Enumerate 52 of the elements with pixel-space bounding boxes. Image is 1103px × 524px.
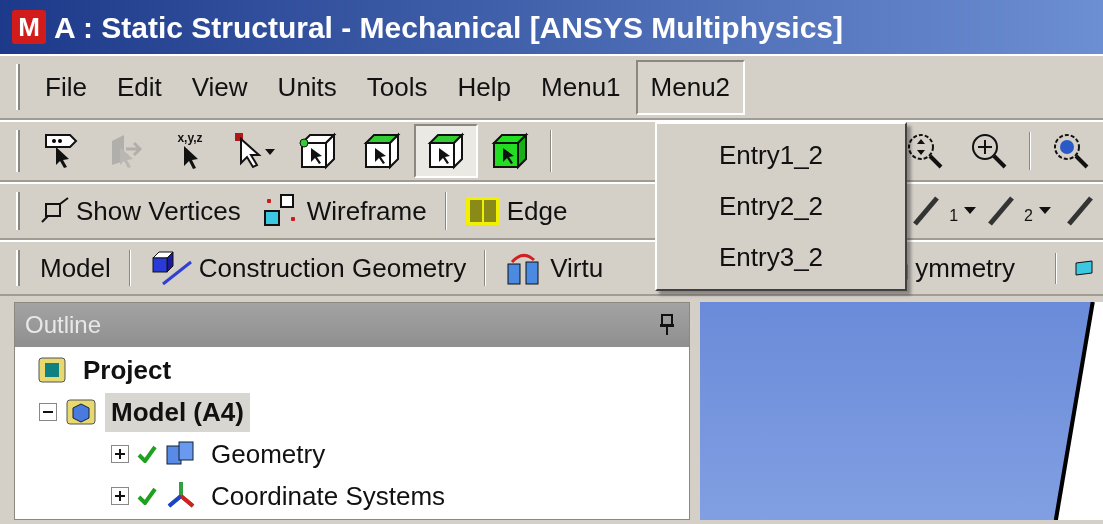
menu-entry[interactable]: Entry3_2 bbox=[657, 232, 905, 283]
cube-icon bbox=[362, 131, 402, 171]
icon-caption: 1 bbox=[949, 206, 959, 226]
icon-caption: x,y,z bbox=[177, 132, 203, 144]
toolbar-button[interactable] bbox=[414, 124, 478, 178]
icon-caption: 2 bbox=[1024, 206, 1033, 226]
toolbar-button[interactable]: Edge bbox=[454, 187, 578, 235]
panel-title: Outline bbox=[25, 310, 102, 340]
folder-cube-icon bbox=[65, 396, 97, 428]
cube-icon bbox=[426, 131, 466, 171]
zoom-icon bbox=[905, 131, 945, 171]
tree-item[interactable]: Geometry bbox=[205, 434, 332, 474]
caret-icon bbox=[964, 207, 977, 215]
cube-icon bbox=[298, 131, 338, 171]
grip-handle[interactable] bbox=[16, 64, 20, 110]
menu-entry[interactable]: Entry1_2 bbox=[657, 130, 905, 181]
magnifier-icon bbox=[1051, 131, 1091, 171]
menu-item[interactable]: Menu1 bbox=[526, 59, 636, 115]
menu-entry[interactable]: Entry2_2 bbox=[657, 181, 905, 232]
toolbar-button[interactable]: Model bbox=[30, 244, 121, 292]
menu-item[interactable]: Menu2 bbox=[635, 59, 746, 115]
collapse-toggle[interactable] bbox=[39, 403, 57, 421]
toolbar-button[interactable]: 1 bbox=[907, 190, 983, 232]
zoom-in-icon bbox=[969, 131, 1009, 171]
tree-item[interactable]: Project bbox=[77, 350, 178, 390]
window-title: A : Static Structural - Mechanical [ANSYS Multiphysics] bbox=[54, 9, 844, 46]
toolbar-button[interactable]: Wireframe bbox=[250, 187, 437, 235]
menu-item[interactable]: Help bbox=[442, 59, 527, 115]
toolbar-button[interactable]: x,y,z bbox=[158, 124, 222, 178]
menu-item[interactable]: View bbox=[176, 59, 263, 115]
toolbar-button[interactable]: Show Vertices bbox=[30, 187, 251, 235]
app-logo: M bbox=[12, 10, 46, 44]
menu-item[interactable]: Tools bbox=[351, 59, 443, 115]
menu-item[interactable]: Units bbox=[262, 59, 352, 115]
toolbar-button[interactable]: Virtu bbox=[494, 244, 614, 292]
folder-icon bbox=[37, 354, 69, 386]
menu-item[interactable]: Edit bbox=[101, 59, 177, 115]
toolbar-button[interactable]: 2 bbox=[982, 190, 1057, 232]
toolbar-button[interactable]: Construction Geometry bbox=[138, 244, 477, 292]
caret-icon bbox=[1039, 207, 1051, 215]
expand-toggle[interactable] bbox=[111, 445, 129, 463]
grip-handle[interactable] bbox=[16, 130, 20, 172]
edge-color-icon bbox=[464, 196, 501, 226]
pin-icon[interactable] bbox=[659, 314, 675, 336]
expand-toggle[interactable] bbox=[111, 487, 129, 505]
cube-icon bbox=[490, 131, 530, 171]
tree-item[interactable]: Coordinate Systems bbox=[205, 476, 452, 516]
menu-item[interactable]: File bbox=[30, 59, 102, 115]
grip-handle[interactable] bbox=[16, 250, 20, 286]
flag-icon bbox=[1075, 260, 1093, 276]
tree-item[interactable]: Model (A4) bbox=[105, 392, 250, 432]
grip-handle[interactable] bbox=[16, 192, 20, 230]
